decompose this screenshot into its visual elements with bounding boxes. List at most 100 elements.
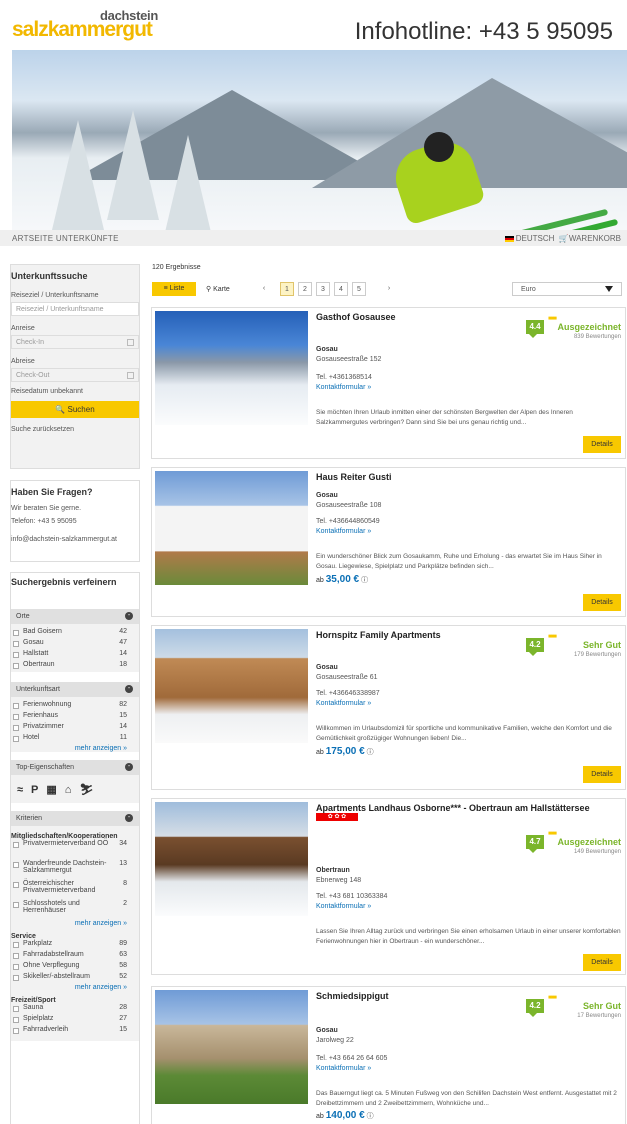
minus-icon: - [125,814,133,822]
stars-icon: ■■■ [548,995,557,1001]
reset-search-link[interactable]: Suche zurücksetzen [11,426,139,433]
filter-item[interactable]: Hallstatt 14 [11,650,139,661]
property-town: Obertraun [316,867,350,874]
arrival-label: Anreise [11,325,35,332]
date-unknown-checkbox[interactable]: Reisedatum unbekannt [11,388,139,395]
filter-item[interactable]: Obertraun 18 [11,661,139,672]
questions-panel: Haben Sie Fragen? Wir beraten Sie gerne.… [10,480,140,562]
filter-item[interactable]: Wanderfreunde Dachstein-Salzkammergut 13 [11,860,127,880]
breadcrumb[interactable]: ARTSEITE UNTERKÜNFTE [12,234,119,243]
card-icon[interactable]: ▦ [46,784,64,796]
show-more-link[interactable]: mehr anzeigen » [11,920,139,927]
property-photo[interactable] [155,471,308,585]
questions-title: Haben Sie Fragen? [11,487,93,497]
filter-top-header[interactable]: Top-Eigenschaften - [11,760,139,775]
stars-icon: ■■■ [548,316,557,322]
lake-icon[interactable]: ≈ [17,784,31,796]
filter-item[interactable]: Ferienwohnung 82 [11,701,139,712]
details-button[interactable]: Details [583,954,621,971]
filter-item[interactable]: Privatzimmer 14 [11,723,139,734]
filter-item[interactable]: Bad Goisern 42 [11,628,139,639]
contact-form-link[interactable]: Kontaktformular » [316,1065,371,1072]
show-more-link[interactable]: mehr anzeigen » [11,745,139,752]
minus-icon: - [125,763,133,771]
property-phone: Tel. +436644860549 [316,518,380,525]
list-view-button[interactable]: ≡ Liste [152,282,196,296]
stars-icon: ■■■ [548,831,557,837]
property-name[interactable]: Hornspitz Family Apartments [316,630,441,640]
filter-orte-header[interactable]: Orte - [11,609,139,624]
filter-item[interactable]: Privatvermieterverband OÖ 34 [11,840,127,860]
hero-image [12,50,627,230]
filter-item[interactable]: Ferienhaus 15 [11,712,139,723]
filter-item[interactable]: Ohne Verpflegung 58 [11,962,139,973]
property-photo[interactable] [155,311,308,425]
filter-item[interactable]: Parkplatz 89 [11,940,139,951]
details-button[interactable]: Details [583,766,621,783]
filter-item[interactable]: Gosau 47 [11,639,139,650]
group-title: Mitgliedschaften/Kooperationen [11,833,118,840]
property-name[interactable]: Apartments Landhaus Osborne*** - Obertra… [316,803,590,813]
filter-item[interactable]: Fahrradabstellraum 63 [11,951,139,962]
details-button[interactable]: Details [583,594,621,611]
property-name[interactable]: Schmiedsippigut [316,991,389,1001]
filter-item[interactable]: Schlosshotels und Herrenhäuser 2 [11,900,127,920]
language-link[interactable]: DEUTSCH [516,234,555,243]
contact-form-link[interactable]: Kontaktformular » [316,384,371,391]
breadcrumb-bar: ARTSEITE UNTERKÜNFTE DEUTSCH 🛒WARENKORB [0,230,627,246]
checkout-input[interactable]: Check-Out [11,368,139,382]
filter-item[interactable]: Hotel 11 [11,734,139,745]
filter-item[interactable]: Österreichischer Privatvermieterverband 8 [11,880,127,900]
parking-icon[interactable]: P [31,784,46,796]
currency-select[interactable]: Euro [512,282,622,296]
filter-item[interactable]: Fahrradverleih 15 [11,1026,139,1037]
prev-page-button[interactable]: ‹ [257,282,271,296]
property-phone: Tel. +43 681 10363384 [316,893,388,900]
calendar-icon [127,339,134,346]
calendar-icon [127,372,134,379]
property-town: Gosau [316,1027,338,1034]
contact-form-link[interactable]: Kontaktformular » [316,700,371,707]
details-button[interactable]: Details [583,436,621,453]
result-card[interactable]: Schmiedsippigut 4.2 ■■■ Sehr Gut 17 Bewertu… [151,986,626,1124]
filter-art-header[interactable]: Unterkunftsart - [11,682,139,697]
filter-item[interactable]: Skikeller/-abstellraum 52 [11,973,139,984]
group-title: Freizeit/Sport [11,997,56,1004]
page-4[interactable]: 4 [334,282,348,296]
ski-icon[interactable]: ⛷ [79,784,101,796]
next-page-button[interactable]: › [382,282,396,296]
filter-item[interactable]: Spielplatz 27 [11,1015,139,1026]
search-button[interactable]: 🔍 Suchen [11,401,139,418]
map-view-button[interactable]: ⚲ Karte [206,282,244,296]
cart-link[interactable]: WARENKORB [569,234,621,243]
show-more-link[interactable]: mehr anzeigen » [11,984,139,991]
property-name[interactable]: Gasthof Gosausee [316,312,396,322]
property-photo[interactable] [155,990,308,1104]
house-icon[interactable]: ⌂ [65,784,80,796]
page-3[interactable]: 3 [316,282,330,296]
property-phone: Tel. +4361368514 [316,374,372,381]
result-card[interactable]: Apartments Landhaus Osborne*** - Obertra… [151,798,626,975]
property-description: Ein wunderschöner Blick zum Gosaukamm, R… [316,553,602,570]
destination-input[interactable]: Reiseziel / Unterkunftsname [11,302,139,316]
result-card[interactable]: Haus Reiter Gusti Gosau Gosauseestraße 1… [151,467,626,617]
contact-form-link[interactable]: Kontaktformular » [316,903,371,910]
result-card[interactable]: Hornspitz Family Apartments 4.2 ■■■ Sehr G… [151,625,626,790]
checkin-input[interactable]: Check-In [11,335,139,349]
page-1[interactable]: 1 [280,282,294,296]
price: ab 35,00 € ⓘ [316,574,369,585]
flag-de-icon [504,235,514,242]
result-card[interactable]: Gasthof Gosausee 4.4 ■■■ Ausgezeichnet 839 … [151,307,626,459]
email-link[interactable]: info@dachstein-salzkammergut.at [11,536,139,543]
property-photo[interactable] [155,629,308,743]
page-5[interactable]: 5 [352,282,366,296]
property-photo[interactable] [155,802,308,916]
filter-item[interactable]: Sauna 28 [11,1004,139,1015]
contact-form-link[interactable]: Kontaktformular » [316,528,371,535]
page-2[interactable]: 2 [298,282,312,296]
minus-icon: - [125,612,133,620]
info-icon: ⓘ [366,749,374,756]
logo[interactable]: dachstein salzkammergut [12,8,172,48]
filter-kriterien-header[interactable]: Kriterien - [11,811,139,826]
property-name[interactable]: Haus Reiter Gusti [316,472,392,482]
